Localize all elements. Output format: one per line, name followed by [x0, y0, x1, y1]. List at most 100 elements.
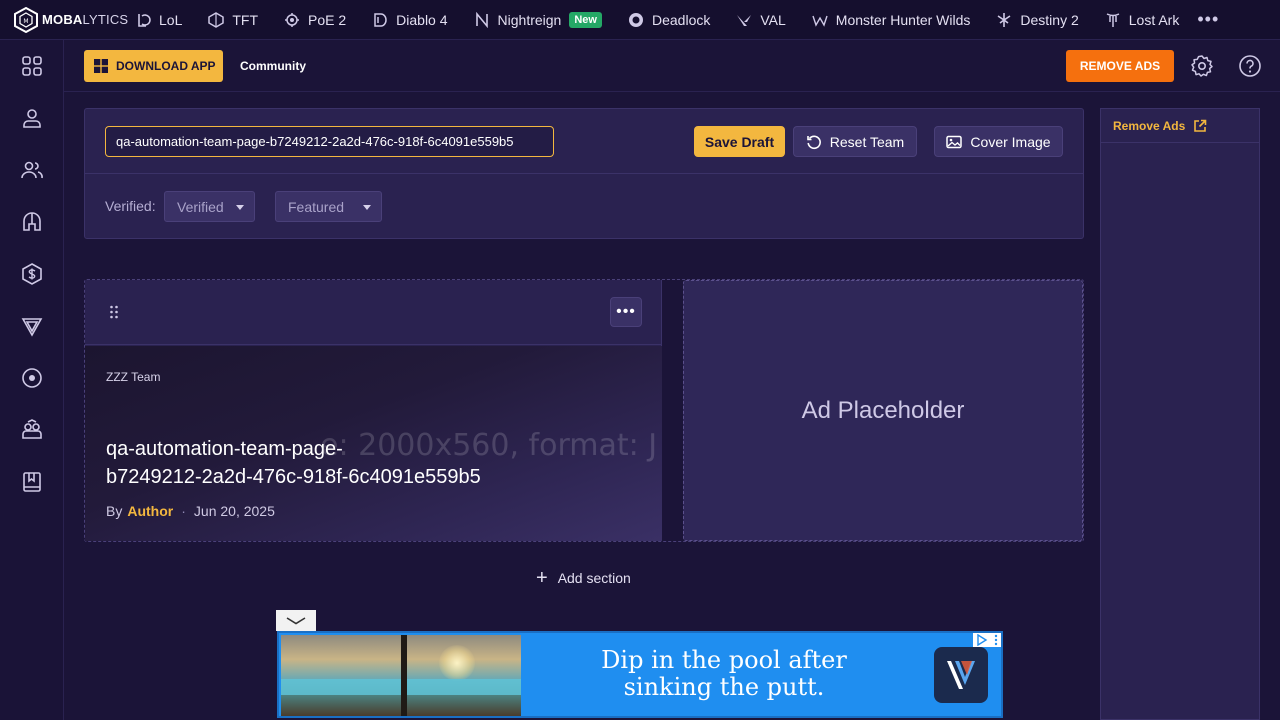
remove-ads-link[interactable]: Remove Ads — [1101, 109, 1259, 143]
nav-label: LoL — [159, 11, 183, 28]
nav-label: Monster Hunter Wilds — [835, 11, 971, 28]
edit-toolbar: Save Draft Reset Team Cover Image — [85, 109, 1083, 174]
sun-shape — [439, 645, 475, 681]
team-category: ZZZ Team — [106, 370, 161, 384]
coin-icon[interactable] — [20, 262, 44, 286]
more-games-button[interactable]: ••• — [1197, 9, 1219, 30]
plus-icon: + — [536, 567, 548, 589]
games-nav: LoL TFT PoE 2 Diablo 4 Nightreign New De… — [135, 0, 1219, 40]
nav-label: VAL — [760, 11, 786, 28]
nav-label: Diablo 4 — [396, 11, 448, 28]
nav-item-diablo4[interactable]: Diablo 4 — [372, 0, 448, 40]
mobalytics-logo-icon: M — [14, 6, 38, 33]
nav-label: Destiny 2 — [1020, 11, 1079, 28]
sub-header: DOWNLOAD APP Community REMOVE ADS — [64, 40, 1280, 92]
external-link-icon — [1194, 119, 1207, 132]
ad-choices-icon[interactable] — [973, 633, 1001, 647]
image-icon — [946, 135, 963, 148]
user-icon[interactable] — [20, 106, 44, 130]
add-section-button[interactable]: + Add section — [536, 567, 631, 589]
nav-item-valorant[interactable]: VAL — [736, 0, 786, 40]
team-title: qa-automation-team-page- b7249212-2a2d-4… — [106, 435, 526, 491]
nav-label: Lost Ark — [1128, 11, 1180, 28]
nav-label: PoE 2 — [308, 11, 347, 28]
tft-icon — [208, 11, 225, 28]
bottom-ad-banner[interactable]: Dip in the pool after sinking the putt. — [277, 631, 1003, 718]
windows-icon — [94, 59, 108, 73]
book-icon[interactable] — [20, 470, 44, 494]
team-title-line-1: qa-automation-team-page- — [106, 438, 343, 460]
verified-value: Verified — [177, 198, 224, 215]
remove-ads-button[interactable]: REMOVE ADS — [1066, 50, 1174, 82]
mobalytics-logo[interactable]: M MOBALYTICS — [0, 6, 135, 33]
cover-image-button[interactable]: Cover Image — [934, 126, 1063, 157]
edit-filters: Verified: Verified Featured — [85, 174, 1083, 238]
chevron-down-icon — [363, 205, 371, 210]
team-title-input[interactable] — [105, 126, 554, 157]
nightreign-icon — [474, 11, 490, 28]
download-app-button[interactable]: DOWNLOAD APP — [84, 50, 223, 82]
svg-text:M: M — [23, 18, 28, 25]
card-header: ••• — [85, 280, 661, 345]
help-icon[interactable] — [1238, 54, 1262, 78]
featured-value: Featured — [288, 198, 345, 215]
users-icon[interactable] — [20, 158, 44, 182]
lost-ark-icon — [1105, 12, 1121, 28]
reset-team-button[interactable]: Reset Team — [793, 126, 917, 157]
grid-icon[interactable] — [20, 54, 44, 78]
lol-icon — [135, 12, 151, 28]
team-header-card: ••• e: 2000x560, format: J ZZZ Team qa-a… — [85, 280, 662, 541]
nav-item-lost-ark[interactable]: Lost Ark — [1105, 0, 1180, 40]
nav-item-destiny2[interactable]: Destiny 2 — [996, 0, 1079, 40]
ad-image — [281, 635, 521, 716]
meta-separator: · — [181, 503, 186, 519]
nav-item-poe2[interactable]: PoE 2 — [284, 0, 346, 40]
nav-label: Deadlock — [651, 11, 711, 28]
destiny2-icon — [996, 12, 1012, 28]
diablo4-icon — [372, 12, 388, 28]
author-link[interactable]: Author — [127, 503, 173, 519]
advertiser-logo — [934, 647, 988, 703]
card-menu-button[interactable]: ••• — [610, 297, 642, 327]
poe2-icon — [284, 12, 300, 28]
nav-item-lol[interactable]: LoL — [135, 0, 182, 40]
helmet-icon[interactable] — [20, 210, 44, 234]
cover-banner: e: 2000x560, format: J ZZZ Team qa-autom… — [85, 346, 662, 541]
drag-handle-icon[interactable] — [109, 305, 119, 319]
logo-text: MOBALYTICS — [42, 12, 129, 27]
valorant-icon — [736, 12, 752, 28]
post-shape — [401, 635, 407, 716]
add-section-label: Add section — [557, 570, 631, 586]
chevron-down-icon — [286, 616, 306, 624]
nav-item-tft[interactable]: TFT — [208, 0, 258, 40]
ad-collapse-button[interactable] — [276, 610, 316, 631]
save-draft-button[interactable]: Save Draft — [694, 126, 785, 157]
team-title-line-2: b7249212-2a2d-476c-918f-6c4091e559b5 — [106, 466, 481, 488]
right-sidebar: Remove Ads — [1100, 108, 1260, 720]
team-meta: By Author · Jun 20, 2025 — [106, 503, 275, 519]
nav-label: TFT — [232, 11, 259, 28]
top-nav: M MOBALYTICS LoL TFT PoE 2 Diablo 4 Nigh… — [0, 0, 1280, 40]
nav-label: Nightreign — [497, 11, 562, 28]
deadlock-icon — [628, 12, 644, 28]
nav-item-deadlock[interactable]: Deadlock — [628, 0, 710, 40]
new-badge: New — [569, 11, 602, 28]
chevron-down-icon — [236, 205, 244, 210]
verified-dropdown[interactable]: Verified — [164, 191, 255, 222]
remove-ads-label: Remove Ads — [1113, 118, 1186, 133]
community-link[interactable]: Community — [240, 59, 306, 73]
monster-hunter-icon — [812, 12, 828, 28]
by-label: By — [106, 503, 123, 519]
target-icon[interactable] — [20, 366, 44, 390]
featured-dropdown[interactable]: Featured — [275, 191, 382, 222]
reset-team-label: Reset Team — [829, 133, 905, 150]
squad-icon[interactable] — [20, 418, 44, 442]
nav-item-nightreign[interactable]: Nightreign New — [474, 0, 602, 40]
settings-gear-icon[interactable] — [1190, 54, 1214, 78]
tft-rail-icon[interactable] — [20, 314, 44, 338]
ad-copy: Dip in the pool after sinking the putt. — [529, 647, 919, 701]
reset-icon — [806, 135, 821, 149]
nav-item-monster-hunter[interactable]: Monster Hunter Wilds — [812, 0, 971, 40]
verified-label: Verified: — [105, 198, 156, 214]
left-sidebar — [0, 40, 64, 720]
